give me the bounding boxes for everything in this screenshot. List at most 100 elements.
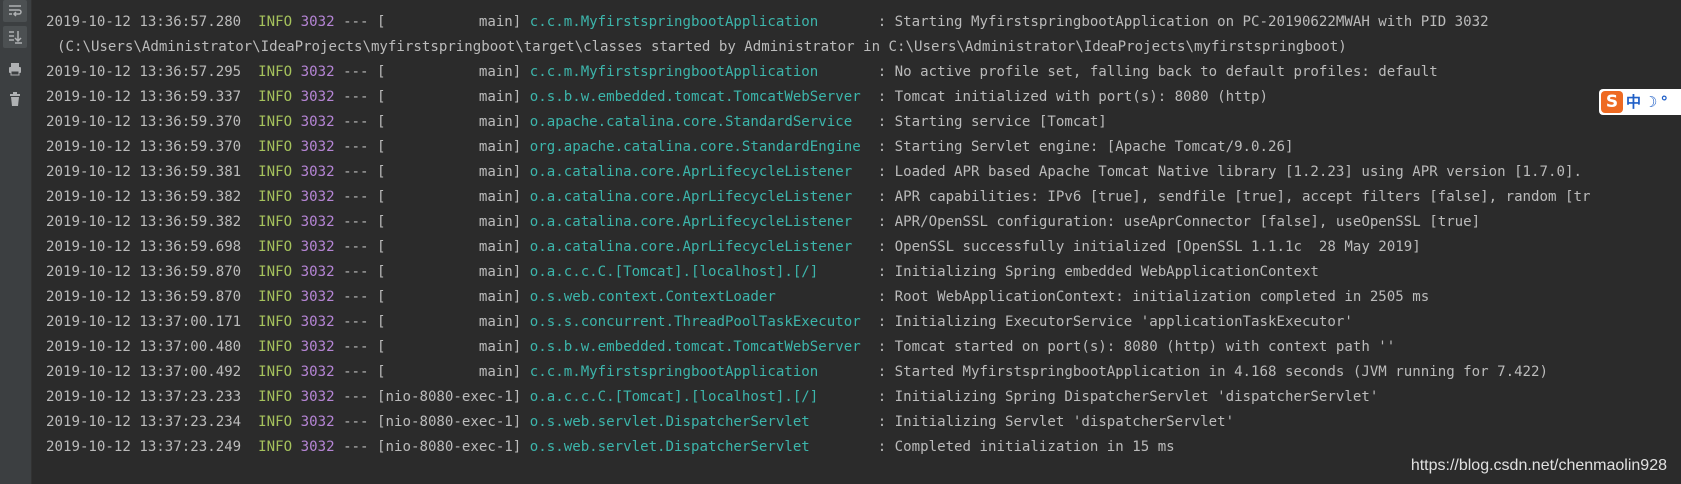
log-logger: c.c.m.MyfirstspringbootApplication — [529, 14, 870, 30]
log-timestamp: 2019-10-12 13:36:59.381 — [46, 164, 242, 180]
log-logger: o.s.s.concurrent.ThreadPoolTaskExecutor — [529, 314, 870, 330]
log-pid: 3032 — [300, 114, 335, 130]
log-level: INFO — [258, 139, 293, 155]
log-thread: [ main] — [377, 364, 522, 380]
log-logger: o.s.web.servlet.DispatcherServlet — [529, 439, 870, 455]
log-level: INFO — [258, 264, 293, 280]
log-thread: [ main] — [377, 314, 522, 330]
log-message: : Initializing ExecutorService 'applicat… — [877, 314, 1353, 330]
log-separator: --- — [343, 439, 369, 455]
log-separator: --- — [343, 339, 369, 355]
log-separator: --- — [343, 289, 369, 305]
log-thread: [ main] — [377, 339, 522, 355]
log-line: 2019-10-12 13:36:57.280 INFO 3032 --- [ … — [46, 10, 1681, 35]
log-level: INFO — [258, 364, 293, 380]
log-separator: --- — [343, 189, 369, 205]
scroll-to-end-icon[interactable] — [3, 26, 27, 48]
log-level: INFO — [258, 289, 293, 305]
log-thread: [ main] — [377, 139, 522, 155]
log-message: : Starting service [Tomcat] — [877, 114, 1107, 130]
watermark: https://blog.csdn.net/chenmaolin928 — [1410, 457, 1667, 474]
log-timestamp: 2019-10-12 13:37:23.234 — [46, 414, 242, 430]
log-logger: o.a.catalina.core.AprLifecycleListener — [529, 164, 870, 180]
log-line: 2019-10-12 13:36:59.370 INFO 3032 --- [ … — [46, 110, 1681, 135]
log-message: : Tomcat started on port(s): 8080 (http)… — [877, 339, 1396, 355]
log-timestamp: 2019-10-12 13:36:59.698 — [46, 239, 242, 255]
log-line: 2019-10-12 13:37:00.171 INFO 3032 --- [ … — [46, 310, 1681, 335]
log-message: : Initializing Servlet 'dispatcherServle… — [877, 414, 1235, 430]
ime-toolbar[interactable]: S 中 ☽ ° — [1599, 89, 1681, 115]
log-thread: [ main] — [377, 189, 522, 205]
log-thread: [nio-8080-exec-1] — [377, 414, 522, 430]
log-message: : Root WebApplicationContext: initializa… — [877, 289, 1430, 305]
log-pid: 3032 — [300, 389, 335, 405]
log-message: : Initializing Spring embedded WebApplic… — [877, 264, 1319, 280]
log-separator: --- — [343, 89, 369, 105]
log-logger: o.a.c.c.C.[Tomcat].[localhost].[/] — [529, 389, 870, 405]
log-level: INFO — [258, 14, 293, 30]
log-timestamp: 2019-10-12 13:37:00.480 — [46, 339, 242, 355]
log-pid: 3032 — [300, 14, 335, 30]
log-level: INFO — [258, 89, 293, 105]
print-icon[interactable] — [3, 58, 27, 80]
sogou-logo-icon[interactable]: S — [1601, 91, 1623, 113]
log-line: 2019-10-12 13:37:00.492 INFO 3032 --- [ … — [46, 360, 1681, 385]
log-logger: org.apache.catalina.core.StandardEngine — [529, 139, 870, 155]
log-pid: 3032 — [300, 64, 335, 80]
log-thread: [ main] — [377, 114, 522, 130]
ime-mode-chinese[interactable]: 中 — [1626, 91, 1641, 113]
log-logger: o.a.catalina.core.AprLifecycleListener — [529, 189, 870, 205]
clear-all-icon[interactable] — [3, 88, 27, 110]
log-level: INFO — [258, 214, 293, 230]
log-level: INFO — [258, 389, 293, 405]
log-line: (C:\Users\Administrator\IdeaProjects\myf… — [46, 35, 1681, 60]
log-line: 2019-10-12 13:36:59.698 INFO 3032 --- [ … — [46, 235, 1681, 260]
log-thread: [ main] — [377, 14, 522, 30]
log-separator: --- — [343, 214, 369, 230]
moon-icon[interactable]: ☽ — [1644, 91, 1657, 113]
log-thread: [ main] — [377, 64, 522, 80]
log-pid: 3032 — [300, 89, 335, 105]
log-level: INFO — [258, 64, 293, 80]
log-thread: [ main] — [377, 164, 522, 180]
log-level: INFO — [258, 164, 293, 180]
log-message: : APR capabilities: IPv6 [true], sendfil… — [877, 189, 1591, 205]
log-timestamp: 2019-10-12 13:36:59.370 — [46, 114, 242, 130]
log-thread: [ main] — [377, 289, 522, 305]
log-line: 2019-10-12 13:36:57.295 INFO 3032 --- [ … — [46, 60, 1681, 85]
log-timestamp: 2019-10-12 13:36:57.295 — [46, 64, 242, 80]
log-pid: 3032 — [300, 239, 335, 255]
log-thread: [ main] — [377, 214, 522, 230]
console-window: 2019-10-12 13:36:57.280 INFO 3032 --- [ … — [0, 0, 1681, 484]
log-thread: [nio-8080-exec-1] — [377, 439, 522, 455]
log-line: 2019-10-12 13:36:59.381 INFO 3032 --- [ … — [46, 160, 1681, 185]
log-logger: o.apache.catalina.core.StandardService — [529, 114, 870, 130]
log-timestamp: 2019-10-12 13:36:59.370 — [46, 139, 242, 155]
log-logger: o.a.c.c.C.[Tomcat].[localhost].[/] — [529, 264, 870, 280]
log-timestamp: 2019-10-12 13:36:57.280 — [46, 14, 242, 30]
log-level: INFO — [258, 414, 293, 430]
log-thread: [ main] — [377, 239, 522, 255]
log-level: INFO — [258, 114, 293, 130]
log-line: 2019-10-12 13:37:23.233 INFO 3032 --- [n… — [46, 385, 1681, 410]
log-thread: [ main] — [377, 264, 522, 280]
console-toolbar — [0, 0, 32, 484]
log-logger: o.s.web.servlet.DispatcherServlet — [529, 414, 870, 430]
log-separator: --- — [343, 14, 369, 30]
soft-wrap-icon[interactable] — [3, 0, 27, 22]
log-pid: 3032 — [300, 214, 335, 230]
log-line: 2019-10-12 13:36:59.870 INFO 3032 --- [ … — [46, 260, 1681, 285]
console-output[interactable]: 2019-10-12 13:36:57.280 INFO 3032 --- [ … — [46, 10, 1681, 460]
log-separator: --- — [343, 389, 369, 405]
log-pid: 3032 — [300, 139, 335, 155]
log-message: : Starting Servlet engine: [Apache Tomca… — [877, 139, 1294, 155]
log-message: : Tomcat initialized with port(s): 8080 … — [877, 89, 1269, 105]
log-level: INFO — [258, 339, 293, 355]
log-logger: o.s.b.w.embedded.tomcat.TomcatWebServer — [529, 339, 870, 355]
log-logger: c.c.m.MyfirstspringbootApplication — [529, 364, 870, 380]
log-timestamp: 2019-10-12 13:36:59.870 — [46, 264, 242, 280]
log-separator: --- — [343, 314, 369, 330]
punctuation-icon[interactable]: ° — [1660, 91, 1668, 113]
log-level: INFO — [258, 189, 293, 205]
log-pid: 3032 — [300, 439, 335, 455]
